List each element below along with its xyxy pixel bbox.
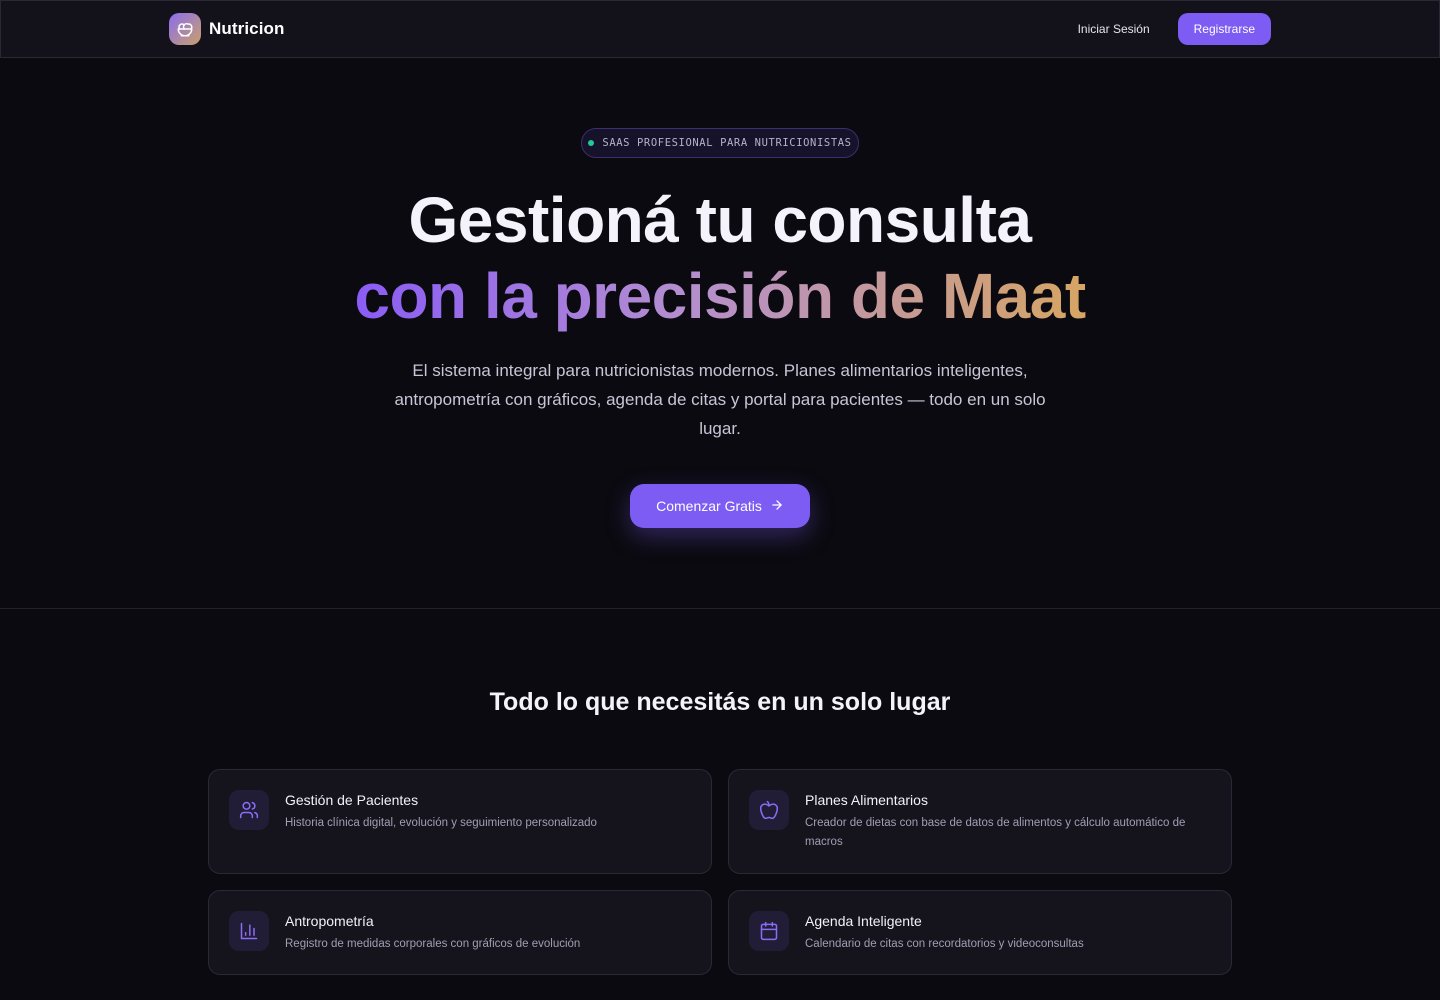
hero-title-line1: Gestioná tu consulta bbox=[408, 184, 1032, 256]
hero-title: Gestioná tu consulta con la precisión de… bbox=[0, 182, 1440, 334]
feature-title: Gestión de Pacientes bbox=[285, 792, 419, 808]
users-icon bbox=[229, 790, 269, 830]
brand-name: Nutricion bbox=[209, 19, 285, 38]
arrow-right-icon bbox=[770, 498, 784, 515]
cta-label: Comenzar Gratis bbox=[656, 498, 762, 514]
hero-title-line2: con la precisión de Maat bbox=[354, 260, 1086, 332]
register-button[interactable]: Registrarse bbox=[1177, 13, 1271, 45]
login-link[interactable]: Iniciar Sesión bbox=[1078, 22, 1150, 36]
nav-actions: Iniciar Sesión Registrarse bbox=[1078, 13, 1271, 45]
section-divider bbox=[0, 608, 1440, 609]
navbar-inner: Nutricion Iniciar Sesión Registrarse bbox=[169, 1, 1271, 57]
feature-title: Planes Alimentarios bbox=[805, 792, 928, 808]
hero-badge-text: SAAS PROFESIONAL PARA NUTRICIONISTAS bbox=[602, 137, 852, 149]
hero-badge: SAAS PROFESIONAL PARA NUTRICIONISTAS bbox=[581, 128, 859, 158]
feature-card-meal-plans: Planes Alimentarios Creador de dietas co… bbox=[728, 769, 1232, 874]
feature-title: Agenda Inteligente bbox=[805, 913, 922, 929]
status-dot-icon bbox=[588, 140, 595, 146]
feature-title: Antropometría bbox=[285, 913, 374, 929]
bar-chart-icon bbox=[229, 911, 269, 951]
apple-icon bbox=[749, 790, 789, 830]
salad-logo-icon bbox=[169, 13, 201, 45]
hero-description: El sistema integral para nutricionistas … bbox=[394, 361, 1046, 438]
feature-description: Calendario de citas con recordatorios y … bbox=[805, 938, 1084, 950]
features-heading: Todo lo que necesitás en un solo lugar bbox=[489, 688, 951, 716]
calendar-icon bbox=[749, 911, 789, 951]
feature-card-anthropometry: Antropometría Registro de medidas corpor… bbox=[208, 890, 712, 975]
feature-card-agenda: Agenda Inteligente Calendario de citas c… bbox=[728, 890, 1232, 975]
feature-description: Creador de dietas con base de datos de a… bbox=[805, 817, 1186, 848]
hero-section: SAAS PROFESIONAL PARA NUTRICIONISTAS Ges… bbox=[0, 58, 1440, 608]
feature-description: Historia clínica digital, evolución y se… bbox=[285, 817, 597, 829]
cta-start-free-button[interactable]: Comenzar Gratis bbox=[630, 484, 810, 528]
feature-card-patients: Gestión de Pacientes Historia clínica di… bbox=[208, 769, 712, 874]
brand-link[interactable]: Nutricion bbox=[169, 13, 285, 45]
feature-description: Registro de medidas corporales con gráfi… bbox=[285, 938, 581, 950]
navbar: Nutricion Iniciar Sesión Registrarse bbox=[0, 0, 1440, 58]
